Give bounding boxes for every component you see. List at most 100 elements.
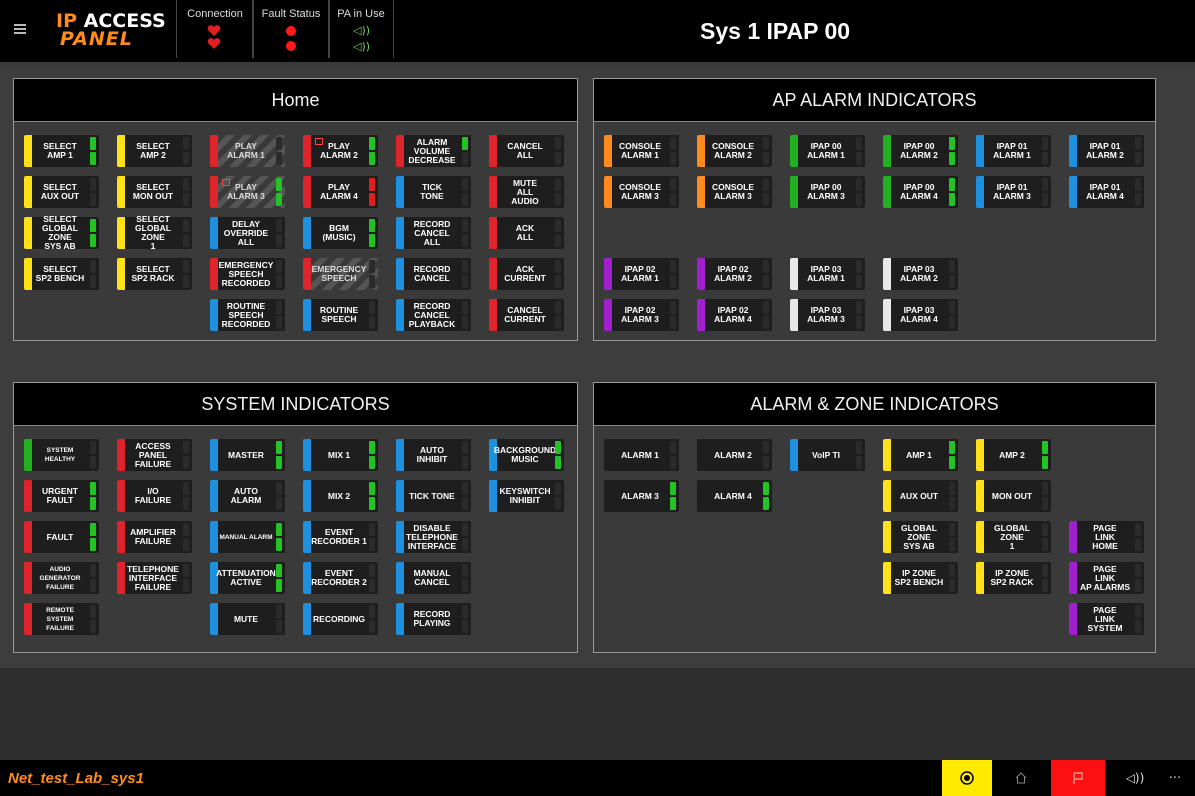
panel-button[interactable]: SELECT SP2 BENCH [24,258,99,290]
panel-button[interactable]: GLOBAL ZONE SYS AB [883,521,958,553]
panel-button[interactable]: MUTE ALL AUDIO [489,176,564,208]
panel-button[interactable]: ALARM 3 [604,480,679,512]
panel-button[interactable]: ACK ALL [489,217,564,249]
panel-button[interactable]: ATTENUATION ACTIVE [210,562,285,594]
panel-button[interactable]: PAGE LINK SYSTEM [1069,603,1144,635]
panel-button[interactable]: IP ZONE SP2 BENCH [883,562,958,594]
speaker-button[interactable]: ◁)) [1110,760,1160,796]
panel-button[interactable]: CANCEL CURRENT [489,299,564,331]
panel-button[interactable]: RECORD CANCEL PLAYBACK [396,299,471,331]
button-label: TICK TONE [409,490,455,501]
panel-button[interactable]: BGM (MUSIC) [303,217,378,249]
panel-button[interactable]: IPAP 02 ALARM 2 [697,258,772,290]
panel-button[interactable]: IPAP 03 ALARM 4 [883,299,958,331]
panel-button[interactable]: AUTO INHIBIT [396,439,471,471]
panel-button[interactable]: AUDIO GENERATOR FAILURE [24,562,99,594]
panel-button[interactable]: EVENT RECORDER 2 [303,562,378,594]
panel-button[interactable]: IPAP 03 ALARM 2 [883,258,958,290]
panel-button[interactable]: TICK TONE [396,480,471,512]
panel-button[interactable]: IPAP 01 ALARM 1 [976,135,1051,167]
status-indicator-led [1135,523,1141,536]
panel-button[interactable]: DISABLE TELEPHONE INTERFACE [396,521,471,553]
panel-button[interactable]: IPAP 00 ALARM 2 [883,135,958,167]
panel-button[interactable]: RECORD PLAYING [396,603,471,635]
panel-button[interactable]: CONSOLE ALARM 3 [604,176,679,208]
panel-button[interactable]: KEYSWITCH INHIBIT [489,480,564,512]
panel-button[interactable]: URGENT FAULT [24,480,99,512]
panel-button[interactable]: PLAY ALARM 1 [210,135,285,167]
panel-button[interactable]: DELAY OVERRIDE ALL [210,217,285,249]
panel-button[interactable]: MIX 2 [303,480,378,512]
panel-button[interactable]: SYSTEM HEALTHY [24,439,99,471]
panel-button[interactable]: I/O FAILURE [117,480,192,512]
panel-button[interactable]: TELEPHONE INTERFACE FAILURE [117,562,192,594]
panel-button[interactable]: MANUAL ALARM [210,521,285,553]
panel-button[interactable]: TICK TONE [396,176,471,208]
panel-button[interactable]: IPAP 02 ALARM 1 [604,258,679,290]
panel-button[interactable]: ALARM VOLUME DECREASE [396,135,471,167]
panel-button[interactable]: CONSOLE ALARM 2 [697,135,772,167]
panel-button[interactable]: CANCEL ALL [489,135,564,167]
panel-button[interactable]: GLOBAL ZONE 1 [976,521,1051,553]
panel-button[interactable]: EMERGENCY SPEECH [303,258,378,290]
panel-button[interactable]: MANUAL CANCEL [396,562,471,594]
panel-button[interactable]: PLAY ALARM 2 [303,135,378,167]
panel-button[interactable]: IPAP 00 ALARM 3 [790,176,865,208]
panel-button[interactable]: REMOTE SYSTEM FAILURE [24,603,99,635]
panel-button[interactable]: IPAP 01 ALARM 3 [976,176,1051,208]
panel-button[interactable]: IP ZONE SP2 RACK [976,562,1051,594]
panel-button[interactable]: ACCESS PANEL FAILURE [117,439,192,471]
panel-button[interactable]: BACKGROUND MUSIC [489,439,564,471]
panel-button[interactable]: AMP 2 [976,439,1051,471]
hamburger-menu-icon[interactable] [14,24,26,34]
panel-button[interactable]: SELECT AMP 1 [24,135,99,167]
panel-button[interactable]: SELECT GLOBAL ZONE 1 [117,215,192,251]
panel-button[interactable]: FAULT [24,521,99,553]
panel-button[interactable]: RECORD CANCEL [396,258,471,290]
panel-button[interactable]: ALARM 4 [697,480,772,512]
panel-button[interactable]: SELECT GLOBAL ZONE SYS AB [24,215,99,251]
panel-button[interactable]: SELECT SP2 RACK [117,258,192,290]
panel-button[interactable]: IPAP 01 ALARM 2 [1069,135,1144,167]
panel-button[interactable]: AMPLIFIER FAILURE [117,521,192,553]
panel-button[interactable]: ALARM 1 [604,439,679,471]
panel-button[interactable]: IPAP 03 ALARM 1 [790,258,865,290]
panel-button[interactable]: IPAP 00 ALARM 1 [790,135,865,167]
more-button[interactable]: ··· [1155,760,1195,796]
status-indicator-led [183,441,189,454]
panel-button[interactable]: IPAP 02 ALARM 3 [604,299,679,331]
panel-button[interactable]: IPAP 00 ALARM 4 [883,176,958,208]
panel-button[interactable]: MON OUT [976,480,1051,512]
panel-button[interactable]: SELECT AUX OUT [24,176,99,208]
panel-button[interactable]: ROUTINE SPEECH RECORDED [210,299,285,331]
panel-button[interactable]: IPAP 03 ALARM 3 [790,299,865,331]
panel-button[interactable]: VoIP TI [790,439,865,471]
panel-button[interactable]: MUTE [210,603,285,635]
panel-button[interactable]: EVENT RECORDER 1 [303,521,378,553]
panel-button[interactable]: CONSOLE ALARM 1 [604,135,679,167]
panel-button[interactable]: MASTER [210,439,285,471]
panel-button[interactable]: RECORDING [303,603,378,635]
panel-button[interactable]: RECORD CANCEL ALL [396,217,471,249]
panel-button[interactable]: SELECT AMP 2 [117,135,192,167]
panel-button[interactable]: SELECT MON OUT [117,176,192,208]
panel-button[interactable]: PAGE LINK HOME [1069,521,1144,553]
panel-button[interactable]: ROUTINE SPEECH [303,299,378,331]
fault-flag-button[interactable] [1051,760,1105,796]
panel-button[interactable]: IPAP 01 ALARM 4 [1069,176,1144,208]
panel-button[interactable]: ALARM 2 [697,439,772,471]
panel-button[interactable]: ACK CURRENT [489,258,564,290]
panel-button[interactable]: CONSOLE ALARM 3 [697,176,772,208]
record-button[interactable] [942,760,992,796]
panel-button[interactable]: MIX 1 [303,439,378,471]
panel-button[interactable]: AUX OUT [883,480,958,512]
panel-button[interactable]: AUTO ALARM [210,480,285,512]
panel-button[interactable]: PLAY ALARM 3 [210,176,285,208]
panel-button[interactable]: EMERGENCY SPEECH RECORDED [210,258,285,290]
home-button[interactable] [996,760,1046,796]
panel-button[interactable]: AMP 1 [883,439,958,471]
panel-button[interactable]: PAGE LINK AP ALARMS [1069,562,1144,594]
status-indicator-led [462,193,468,206]
panel-button[interactable]: PLAY ALARM 4 [303,176,378,208]
panel-button[interactable]: IPAP 02 ALARM 4 [697,299,772,331]
